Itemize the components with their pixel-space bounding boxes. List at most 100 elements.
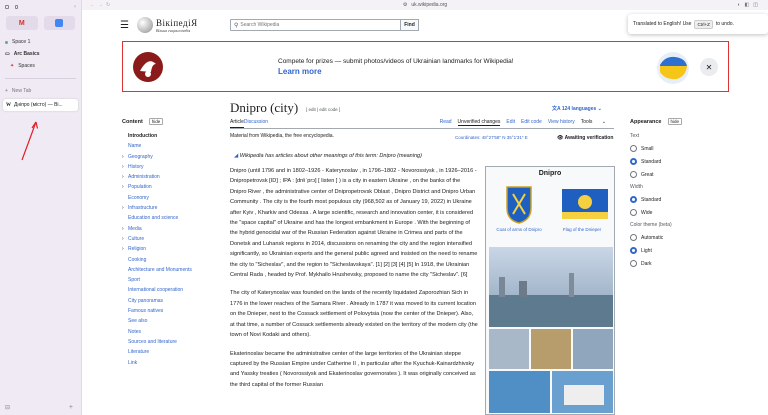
toc-hide-button[interactable]: hide: [148, 118, 164, 125]
toc-item[interactable]: Economy: [122, 193, 207, 203]
main-menu-icon[interactable]: ☰: [120, 20, 129, 31]
coat-of-arms-caption[interactable]: Coat of arms of Dnipro: [491, 227, 547, 232]
space-label[interactable]: Space 1: [0, 36, 81, 48]
gmail-tile[interactable]: M: [6, 16, 38, 30]
flag-caption[interactable]: Flag of the Dnieper: [552, 227, 612, 232]
puzzle-icon[interactable]: ◧: [745, 2, 754, 8]
radio-button[interactable]: [630, 158, 637, 165]
campaign-banner: Compete for prizes — submit photos/video…: [122, 41, 729, 92]
banner-text-block: Compete for prizes — submit photos/video…: [278, 57, 514, 78]
pinned-tiles: M: [0, 14, 81, 36]
page-title: Dnipro (city): [230, 100, 299, 115]
close-banner-button[interactable]: ✕: [700, 58, 718, 76]
paragraph-administration: Ekaterinoslav became the administrative …: [230, 350, 476, 388]
spaces-item[interactable]: ✦ Spaces: [0, 60, 81, 72]
tab-edit-code[interactable]: Edit code: [521, 119, 542, 126]
arc-basics-label: Arc Basics: [13, 51, 40, 57]
tab-read[interactable]: Read: [440, 119, 452, 126]
banner-message: Compete for prizes — submit photos/video…: [278, 58, 514, 65]
width-option[interactable]: Wide: [630, 209, 740, 216]
radio-button[interactable]: [630, 145, 637, 152]
tools-menu[interactable]: Tools ⌄: [581, 119, 606, 126]
toc-item[interactable]: History: [122, 162, 207, 173]
width-label: Width: [630, 184, 643, 190]
toc-item[interactable]: Population: [122, 182, 207, 193]
search-button[interactable]: Find: [400, 19, 419, 31]
radio-button[interactable]: [630, 260, 637, 267]
city-collage-image[interactable]: [489, 247, 613, 413]
infobox-title: Dnipro: [538, 170, 562, 177]
archive-icon[interactable]: ⊟: [5, 404, 10, 411]
text-option[interactable]: Small: [630, 145, 740, 152]
calendar-tile[interactable]: [43, 16, 75, 30]
forward-arrow-icon[interactable]: →: [98, 2, 106, 8]
awaiting-verification[interactable]: 👁 Awaiting verification: [557, 135, 613, 141]
wiki-logo[interactable]: ВікіпедіЯ Вільна енциклопедія: [156, 18, 198, 33]
toc-item[interactable]: Architecture and Monuments: [122, 265, 207, 275]
wikipedia-globe-icon[interactable]: [136, 17, 153, 33]
radio-button[interactable]: [630, 247, 637, 254]
toc-item[interactable]: Geography: [122, 152, 207, 163]
extension-icon[interactable]: ◐: [738, 2, 745, 8]
text-option[interactable]: Great: [630, 171, 740, 178]
flag-image[interactable]: [562, 184, 608, 224]
learn-more-link[interactable]: Learn more: [278, 67, 322, 76]
toc-item[interactable]: Introduction: [122, 131, 207, 141]
address-bar[interactable]: ⚙ uk.wikipedia.org: [82, 0, 768, 10]
radio-button[interactable]: [630, 234, 637, 241]
toc-item[interactable]: Cooking: [122, 255, 207, 265]
close-icon: ✕: [705, 62, 713, 72]
search-input[interactable]: [238, 22, 399, 28]
toc-item[interactable]: Name: [122, 141, 207, 151]
tab-title: Дніпро (місто) — Ві...: [14, 102, 63, 108]
active-tab[interactable]: W Дніпро (місто) — Ві...: [3, 99, 78, 111]
toc-item[interactable]: Culture: [122, 234, 207, 245]
toc-item[interactable]: Sport: [122, 275, 207, 285]
back-arrow-icon[interactable]: ←: [90, 2, 98, 8]
title-edit-links[interactable]: [ edit | edit code ]: [306, 107, 340, 112]
language-selector[interactable]: 文A 124 languages ⌄: [552, 105, 602, 112]
window-controls: ‹: [0, 0, 81, 14]
toc-item[interactable]: Literature: [122, 347, 207, 357]
radio-button[interactable]: [630, 171, 637, 178]
toc-item[interactable]: Religion: [122, 244, 207, 255]
tab-view-history[interactable]: View history: [548, 119, 575, 126]
theme-option[interactable]: Automatic: [630, 234, 740, 241]
toc-item[interactable]: Notes: [122, 327, 207, 337]
reload-icon[interactable]: ↻: [106, 2, 113, 8]
toc-item[interactable]: Education and science: [122, 213, 207, 223]
back-icon[interactable]: ‹: [74, 4, 76, 10]
radio-button[interactable]: [630, 196, 637, 203]
new-tab-button[interactable]: + New Tab: [0, 85, 81, 97]
toc-item[interactable]: Infrastructure: [122, 203, 207, 214]
theme-option[interactable]: Dark: [630, 260, 740, 267]
sidebar-toggle-icon[interactable]: [14, 5, 18, 9]
coat-of-arms-image[interactable]: [504, 184, 534, 224]
toc-item[interactable]: Link: [122, 358, 207, 368]
theme-option[interactable]: Light: [630, 247, 740, 254]
tab-discussion[interactable]: Discussion: [244, 119, 268, 128]
add-space-icon[interactable]: +: [69, 404, 73, 411]
coordinates-link[interactable]: Coordinates: 48°27′58″ N 35°1′31″ E: [455, 135, 528, 140]
option-label: Automatic: [641, 234, 664, 241]
share-icon[interactable]: ◫: [753, 2, 762, 8]
text-option[interactable]: Standard: [630, 158, 740, 165]
toc-item[interactable]: Famous natives: [122, 306, 207, 316]
tab-edit[interactable]: Edit: [506, 119, 515, 126]
arc-basics-folder[interactable]: ▭ Arc Basics: [0, 48, 81, 60]
toc-item[interactable]: See also: [122, 316, 207, 326]
appearance-hide-button[interactable]: hide: [667, 118, 683, 125]
toc-item[interactable]: Sources and literature: [122, 337, 207, 347]
window-control-icon[interactable]: [5, 5, 9, 9]
width-option[interactable]: Standard: [630, 196, 740, 203]
toc-item[interactable]: International cooperation: [122, 285, 207, 295]
toc-item[interactable]: Media: [122, 224, 207, 235]
toc-item[interactable]: Administration: [122, 172, 207, 183]
plus-icon: +: [5, 88, 8, 94]
site-settings-icon[interactable]: ⚙: [403, 2, 407, 8]
tab-article[interactable]: Article: [230, 119, 244, 128]
toc-item[interactable]: City panoramas: [122, 296, 207, 306]
tab-unverified-changes[interactable]: Unverified changes: [457, 119, 501, 126]
radio-button[interactable]: [630, 209, 637, 216]
hatnote: ◢ Wikipedia has articles about other mea…: [234, 153, 422, 159]
